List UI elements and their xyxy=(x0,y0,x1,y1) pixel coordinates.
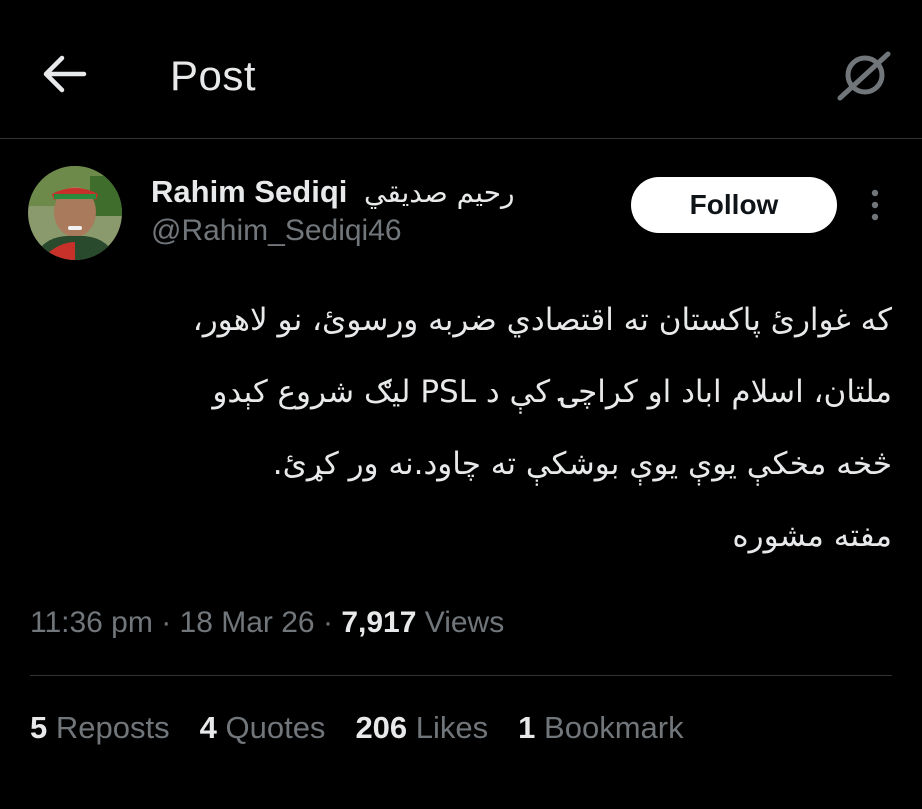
tweet-line: که غوارئ پاکستان ته اقتصادي ضربه ورسوئ، … xyxy=(192,302,892,338)
reposts-label: Reposts xyxy=(55,710,170,745)
likes-count: 206 xyxy=(355,710,408,745)
top-bar: Post xyxy=(0,0,922,139)
reposts-stat[interactable]: 5 Reposts xyxy=(30,710,170,746)
page-title: Post xyxy=(170,52,257,99)
engagement-stats: 5 Reposts 4 Quotes 206 Likes 1 Bookmark xyxy=(30,710,684,746)
likes-stat[interactable]: 206 Likes xyxy=(355,710,488,746)
tweet-text: که غوارئ پاکستان ته اقتصادي ضربه ورسوئ، … xyxy=(30,288,892,576)
views-label[interactable]: Views xyxy=(425,606,504,639)
separator: · xyxy=(161,606,172,639)
more-vertical-icon xyxy=(871,189,879,221)
back-button[interactable] xyxy=(40,52,90,96)
author-display-name[interactable]: Rahim Sediqi xyxy=(151,174,347,209)
tweet-line: څخه مخکې یوې یوې بوشکې ته چاود.نه ور کړئ… xyxy=(272,446,892,482)
grok-button[interactable] xyxy=(834,48,894,104)
reposts-count: 5 xyxy=(30,710,48,745)
tweet-line: مفته مشوره xyxy=(732,518,892,554)
quotes-label: Quotes xyxy=(225,710,326,745)
tweet-meta: 11:36 pm · 18 Mar 26 · 7,917 Views xyxy=(30,606,504,640)
divider xyxy=(30,675,892,676)
post-time[interactable]: 11:36 pm xyxy=(30,606,153,639)
bookmarks-label: Bookmark xyxy=(544,710,684,745)
grok-icon xyxy=(837,51,891,101)
views-count[interactable]: 7,917 xyxy=(341,606,416,639)
avatar[interactable] xyxy=(28,166,122,260)
likes-label: Likes xyxy=(415,710,489,745)
separator: · xyxy=(322,606,333,639)
author-name-row[interactable]: Rahim Sediqi رحیم صدیقي xyxy=(151,174,515,210)
arrow-left-icon xyxy=(43,55,87,93)
quotes-stat[interactable]: 4 Quotes xyxy=(200,710,326,746)
tweet-line: ملتان، اسلام اباد او کراچۍ کې د PSL لیګ … xyxy=(212,374,892,410)
bookmarks-stat[interactable]: 1 Bookmark xyxy=(518,710,683,746)
quotes-count: 4 xyxy=(199,710,217,745)
author-handle[interactable]: @Rahim_Sediqi46 xyxy=(151,214,402,248)
more-options-button[interactable] xyxy=(860,184,890,226)
follow-button[interactable]: Follow xyxy=(631,177,837,233)
post-date[interactable]: 18 Mar 26 xyxy=(180,606,315,639)
bookmarks-count: 1 xyxy=(518,710,536,745)
author-display-name-native[interactable]: رحیم صدیقي xyxy=(364,176,515,209)
